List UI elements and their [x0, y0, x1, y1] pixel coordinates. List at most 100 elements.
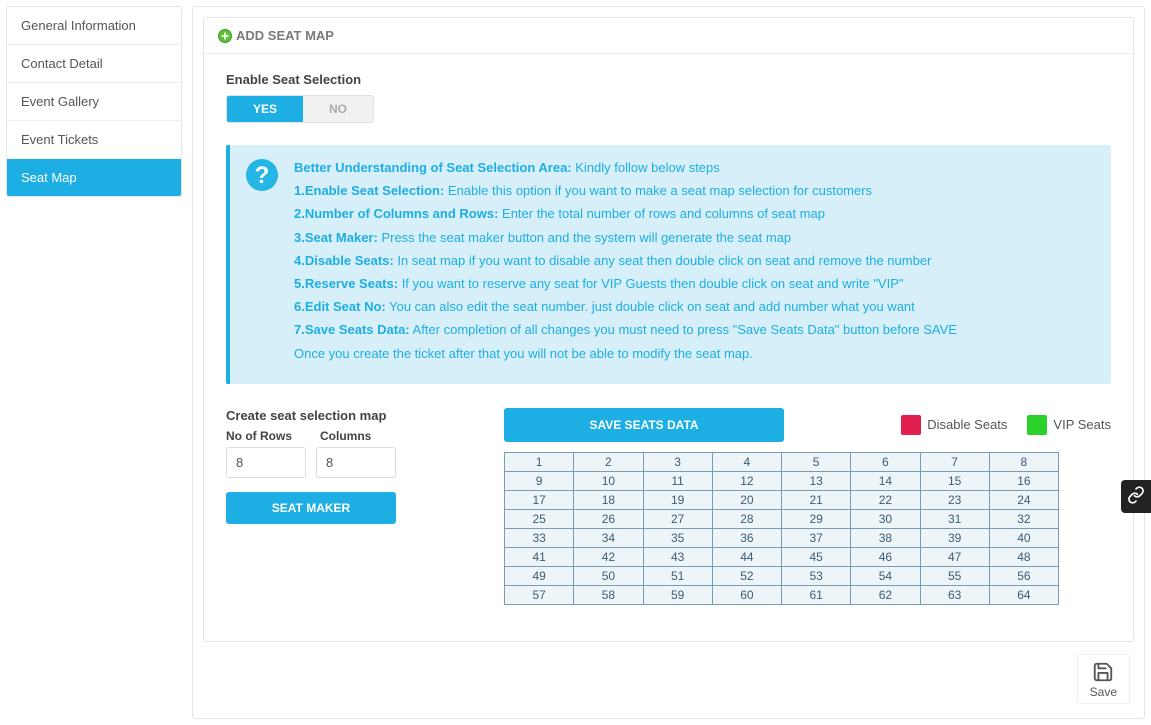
- seat-cell[interactable]: 43: [643, 547, 712, 566]
- sidebar-item-contact-detail[interactable]: Contact Detail: [7, 45, 181, 83]
- sidebar-item-seat-map[interactable]: Seat Map: [7, 159, 181, 196]
- seat-cell[interactable]: 7: [920, 452, 989, 471]
- seat-cell[interactable]: 6: [851, 452, 920, 471]
- seat-cell[interactable]: 44: [712, 547, 781, 566]
- seat-maker-button[interactable]: SEAT MAKER: [226, 492, 396, 524]
- legend-vip-label: VIP Seats: [1053, 417, 1111, 432]
- seat-cell[interactable]: 61: [782, 585, 851, 604]
- seat-cell[interactable]: 1: [505, 452, 574, 471]
- seat-cell[interactable]: 12: [712, 471, 781, 490]
- legend-disable-label: Disable Seats: [927, 417, 1007, 432]
- sidebar-item-event-gallery[interactable]: Event Gallery: [7, 83, 181, 121]
- seat-cell[interactable]: 55: [920, 566, 989, 585]
- toggle-no-button[interactable]: NO: [303, 96, 373, 122]
- seat-cell[interactable]: 9: [505, 471, 574, 490]
- seat-cell[interactable]: 49: [505, 566, 574, 585]
- seat-cell[interactable]: 21: [782, 490, 851, 509]
- legend-disable: Disable Seats: [901, 415, 1007, 435]
- seat-cell[interactable]: 31: [920, 509, 989, 528]
- vip-swatch: [1027, 415, 1047, 435]
- seat-cell[interactable]: 36: [712, 528, 781, 547]
- seat-cell[interactable]: 29: [782, 509, 851, 528]
- seat-cell[interactable]: 51: [643, 566, 712, 585]
- seat-cell[interactable]: 15: [920, 471, 989, 490]
- info-text: Better Understanding of Seat Selection A…: [294, 159, 1095, 368]
- info-step: 3.Seat Maker: Press the seat maker butto…: [294, 229, 1095, 247]
- seat-cell[interactable]: 41: [505, 547, 574, 566]
- toggle-yes-button[interactable]: YES: [227, 96, 303, 122]
- info-header-bold: Better Understanding of Seat Selection A…: [294, 160, 572, 175]
- seat-cell[interactable]: 19: [643, 490, 712, 509]
- seat-cell[interactable]: 32: [989, 509, 1058, 528]
- seat-cell[interactable]: 5: [782, 452, 851, 471]
- seat-cell[interactable]: 34: [574, 528, 643, 547]
- seat-map-card: ADD SEAT MAP Enable Seat Selection YES N…: [203, 17, 1134, 642]
- seat-cell[interactable]: 3: [643, 452, 712, 471]
- info-step: 2.Number of Columns and Rows: Enter the …: [294, 205, 1095, 223]
- seat-cell[interactable]: 18: [574, 490, 643, 509]
- sidebar: General Information Contact Detail Event…: [6, 6, 182, 197]
- seat-cell[interactable]: 64: [989, 585, 1058, 604]
- card-header: ADD SEAT MAP: [204, 18, 1133, 54]
- rows-input[interactable]: [226, 447, 306, 478]
- seat-cell[interactable]: 8: [989, 452, 1058, 471]
- seat-cell[interactable]: 25: [505, 509, 574, 528]
- save-button[interactable]: Save: [1077, 654, 1130, 704]
- seat-cell[interactable]: 33: [505, 528, 574, 547]
- seat-cell[interactable]: 53: [782, 566, 851, 585]
- seat-cell[interactable]: 57: [505, 585, 574, 604]
- seat-cell[interactable]: 50: [574, 566, 643, 585]
- seat-cell[interactable]: 35: [643, 528, 712, 547]
- seat-cell[interactable]: 28: [712, 509, 781, 528]
- card-title: ADD SEAT MAP: [236, 28, 334, 43]
- seat-cell[interactable]: 17: [505, 490, 574, 509]
- cols-input[interactable]: [316, 447, 396, 478]
- seat-cell[interactable]: 46: [851, 547, 920, 566]
- seat-cell[interactable]: 20: [712, 490, 781, 509]
- save-seats-data-button[interactable]: SAVE SEATS DATA: [504, 408, 784, 442]
- seat-cell[interactable]: 40: [989, 528, 1058, 547]
- seat-grid: 1234567891011121314151617181920212223242…: [504, 452, 1059, 605]
- seat-cell[interactable]: 22: [851, 490, 920, 509]
- seat-cell[interactable]: 37: [782, 528, 851, 547]
- seat-cell[interactable]: 48: [989, 547, 1058, 566]
- info-header-rest: Kindly follow below steps: [572, 160, 720, 175]
- seat-cell[interactable]: 11: [643, 471, 712, 490]
- create-heading: Create seat selection map: [226, 408, 476, 423]
- seat-cell[interactable]: 27: [643, 509, 712, 528]
- seat-cell[interactable]: 14: [851, 471, 920, 490]
- seat-cell[interactable]: 23: [920, 490, 989, 509]
- seat-cell[interactable]: 54: [851, 566, 920, 585]
- seat-cell[interactable]: 60: [712, 585, 781, 604]
- disable-swatch: [901, 415, 921, 435]
- info-step: 6.Edit Seat No: You can also edit the se…: [294, 298, 1095, 316]
- enable-label: Enable Seat Selection: [226, 72, 1111, 87]
- seat-cell[interactable]: 58: [574, 585, 643, 604]
- add-icon: [218, 29, 232, 43]
- seat-cell[interactable]: 4: [712, 452, 781, 471]
- seat-cell[interactable]: 59: [643, 585, 712, 604]
- seat-cell[interactable]: 38: [851, 528, 920, 547]
- seat-cell[interactable]: 10: [574, 471, 643, 490]
- floating-link-button[interactable]: [1121, 480, 1151, 513]
- seat-cell[interactable]: 56: [989, 566, 1058, 585]
- sidebar-item-event-tickets[interactable]: Event Tickets: [7, 121, 181, 159]
- seat-cell[interactable]: 16: [989, 471, 1058, 490]
- sidebar-item-general-info[interactable]: General Information: [7, 7, 181, 45]
- seat-cell[interactable]: 2: [574, 452, 643, 471]
- seat-cell[interactable]: 62: [851, 585, 920, 604]
- seat-cell[interactable]: 24: [989, 490, 1058, 509]
- seat-cell[interactable]: 47: [920, 547, 989, 566]
- seat-cell[interactable]: 42: [574, 547, 643, 566]
- seat-cell[interactable]: 26: [574, 509, 643, 528]
- seat-cell[interactable]: 13: [782, 471, 851, 490]
- seat-cell[interactable]: 45: [782, 547, 851, 566]
- seat-cell[interactable]: 30: [851, 509, 920, 528]
- save-icon: [1092, 661, 1114, 683]
- seat-cell[interactable]: 52: [712, 566, 781, 585]
- link-icon: [1127, 492, 1145, 507]
- rows-label: No of Rows: [226, 429, 306, 443]
- seat-cell[interactable]: 39: [920, 528, 989, 547]
- seat-cell[interactable]: 63: [920, 585, 989, 604]
- info-step: 1.Enable Seat Selection: Enable this opt…: [294, 182, 1095, 200]
